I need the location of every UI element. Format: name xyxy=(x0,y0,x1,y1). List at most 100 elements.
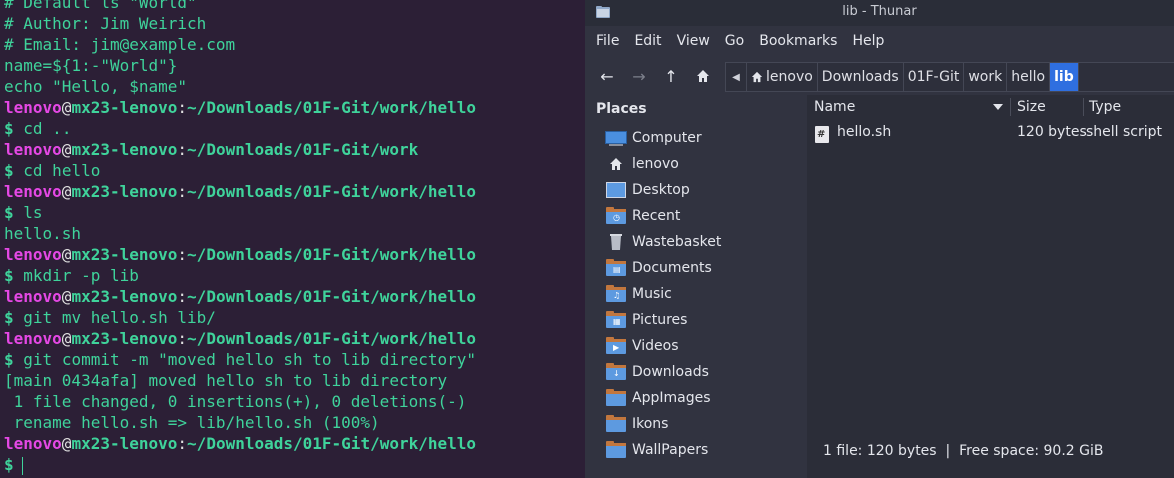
column-header-size[interactable]: Size xyxy=(1017,95,1046,119)
file-row[interactable]: # hello.sh 120 bytes shell script xyxy=(807,121,1174,145)
menu-go[interactable]: Go xyxy=(725,33,744,49)
prompt-host: mx23-lenovo xyxy=(71,329,178,348)
sidebar-item-label: Pictures xyxy=(632,312,688,328)
up-button[interactable]: ↑ xyxy=(658,63,684,89)
arrow-right-icon: → xyxy=(632,66,646,86)
sidebar-item-label: Music xyxy=(632,286,672,302)
prompt-host: mx23-lenovo xyxy=(71,140,178,159)
triangle-left-icon: ◀ xyxy=(732,71,740,83)
sidebar-item-desktop[interactable]: Desktop xyxy=(605,178,690,202)
terminal-command-line: $ cd hello xyxy=(4,160,476,181)
sidebar-item-label: Recent xyxy=(632,208,681,224)
path-scroll-left-button[interactable]: ◀ xyxy=(726,63,747,91)
command-text: git commit -m "moved hello sh to lib dir… xyxy=(23,350,477,369)
menu-edit[interactable]: Edit xyxy=(634,33,661,49)
sidebar-item-downloads[interactable]: ↓ Downloads xyxy=(605,360,709,384)
downloads-folder-icon: ↓ xyxy=(605,363,627,381)
home-button[interactable] xyxy=(690,63,716,89)
prompt-user: lenovo xyxy=(4,98,62,117)
prompt-symbol: $ xyxy=(4,266,14,285)
terminal-prompt-line: lenovo@mx23-lenovo:~/Downloads/01F-Git/w… xyxy=(4,139,476,160)
menu-help[interactable]: Help xyxy=(852,33,884,49)
terminal-command-line: $ mkdir -p lib xyxy=(4,265,476,286)
prompt-symbol: $ xyxy=(4,203,14,222)
column-header-name[interactable]: Name xyxy=(814,95,855,119)
prompt-user: lenovo xyxy=(4,329,62,348)
videos-folder-icon: ▶ xyxy=(605,337,627,355)
prompt-symbol: $ xyxy=(4,455,14,474)
prompt-colon: : xyxy=(177,287,188,306)
terminal-input-line: $ xyxy=(4,454,476,475)
prompt-path: ~/Downloads/01F-Git/work/hello xyxy=(187,329,477,348)
recent-folder-icon: ◷ xyxy=(605,207,627,225)
crumb-01f-git[interactable]: 01F-Git xyxy=(904,63,965,91)
column-name-label: Name xyxy=(814,99,856,115)
places-sidebar: Places Computer lenovo Desktop ◷ Recent xyxy=(585,95,807,478)
prompt-user: lenovo xyxy=(4,287,62,306)
terminal-prompt-line: lenovo@mx23-lenovo:~/Downloads/01F-Git/w… xyxy=(4,328,476,349)
location-bar: ◀ lenovo Downloads 01F-Git work hello li… xyxy=(725,62,1174,92)
crumb-hello[interactable]: hello xyxy=(1007,63,1051,91)
crumb-lib[interactable]: lib xyxy=(1050,63,1079,91)
prompt-colon: : xyxy=(177,245,188,264)
sidebar-item-ikons[interactable]: Ikons xyxy=(605,412,668,436)
terminal-output-line: [main 0434afa] moved hello sh to lib dir… xyxy=(4,371,448,390)
prompt-path: ~/Downloads/01F-Git/work/hello xyxy=(187,182,477,201)
back-button[interactable]: ← xyxy=(594,63,620,89)
window-title: lib - Thunar xyxy=(842,4,917,19)
menu-file[interactable]: File xyxy=(596,33,619,49)
prompt-host: mx23-lenovo xyxy=(71,245,178,264)
shell-script-file-icon: # xyxy=(815,126,829,143)
sidebar-item-label: Computer xyxy=(632,130,702,146)
terminal-prompt-line: lenovo@mx23-lenovo:~/Downloads/01F-Git/w… xyxy=(4,97,476,118)
column-type-label: Type xyxy=(1089,99,1122,115)
prompt-at: @ xyxy=(61,287,72,306)
sidebar-item-label: AppImages xyxy=(632,390,711,406)
crumb-work[interactable]: work xyxy=(964,63,1008,91)
sidebar-item-pictures[interactable]: ▦ Pictures xyxy=(605,308,687,332)
sidebar-item-music[interactable]: ♫ Music xyxy=(605,282,672,306)
sidebar-item-videos[interactable]: ▶ Videos xyxy=(605,334,679,358)
menu-bookmarks[interactable]: Bookmarks xyxy=(759,33,837,49)
column-header-type[interactable]: Type xyxy=(1089,95,1121,119)
terminal-output-line: # Author: Jim Weirich xyxy=(4,14,207,33)
documents-folder-icon: ▤ xyxy=(605,259,627,277)
prompt-at: @ xyxy=(61,140,72,159)
text-cursor[interactable] xyxy=(21,456,23,475)
prompt-path: ~/Downloads/01F-Git/work/hello xyxy=(187,287,477,306)
prompt-path: ~/Downloads/01F-Git/work/hello xyxy=(187,98,477,117)
sidebar-item-computer[interactable]: Computer xyxy=(605,126,702,150)
computer-icon xyxy=(605,129,627,147)
crumb-lenovo[interactable]: lenovo xyxy=(747,63,818,91)
prompt-symbol: $ xyxy=(4,119,14,138)
sidebar-item-lenovo[interactable]: lenovo xyxy=(605,152,679,176)
terminal-prompt-line: lenovo@mx23-lenovo:~/Downloads/01F-Git/w… xyxy=(4,286,476,307)
sidebar-item-documents[interactable]: ▤ Documents xyxy=(605,256,712,280)
prompt-path: ~/Downloads/01F-Git/work/hello xyxy=(187,434,477,453)
file-size: 120 bytes xyxy=(1017,124,1087,140)
places-heading: Places xyxy=(596,101,647,117)
forward-button[interactable]: → xyxy=(626,63,652,89)
command-text: cd .. xyxy=(23,119,72,138)
title-bar[interactable]: lib - Thunar xyxy=(585,0,1174,26)
sidebar-item-wallpapers[interactable]: WallPapers xyxy=(605,438,708,462)
prompt-at: @ xyxy=(61,329,72,348)
sidebar-item-label: WallPapers xyxy=(632,442,709,458)
prompt-host: mx23-lenovo xyxy=(71,287,178,306)
sidebar-item-recent[interactable]: ◷ Recent xyxy=(605,204,680,228)
prompt-user: lenovo xyxy=(4,245,62,264)
prompt-path: ~/Downloads/01F-Git/work xyxy=(187,140,419,159)
sidebar-item-appimages[interactable]: AppImages xyxy=(605,386,711,410)
sort-descending-icon xyxy=(993,104,1003,110)
prompt-colon: : xyxy=(177,182,188,201)
terminal-window[interactable]: # Default ls "World" # Author: Jim Weiric… xyxy=(0,0,585,478)
file-list-view[interactable]: Name Size Type # hello.sh 120 bytes shel… xyxy=(807,95,1174,478)
menu-bar: File Edit View Go Bookmarks Help xyxy=(585,26,1174,56)
terminal-output-line: hello.sh xyxy=(4,224,82,243)
prompt-at: @ xyxy=(61,182,72,201)
menu-view[interactable]: View xyxy=(677,33,710,49)
prompt-at: @ xyxy=(61,434,72,453)
crumb-downloads[interactable]: Downloads xyxy=(818,63,904,91)
sidebar-item-wastebasket[interactable]: Wastebasket xyxy=(605,230,721,254)
sidebar-item-label: Wastebasket xyxy=(632,234,722,250)
